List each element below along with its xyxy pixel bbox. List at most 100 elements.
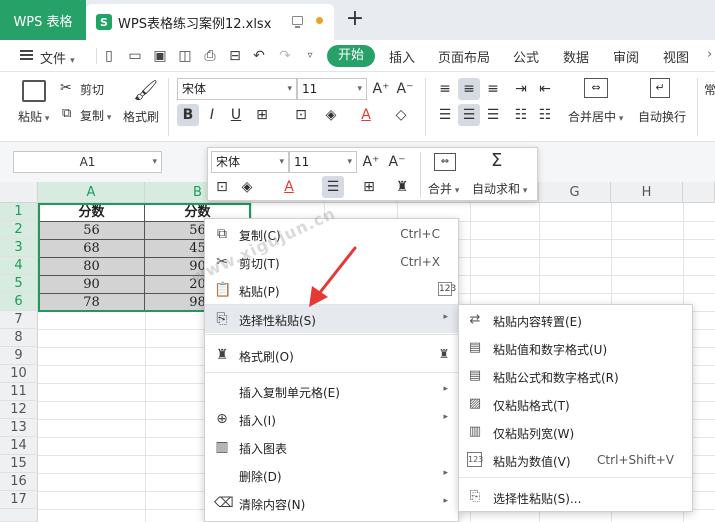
row-header[interactable]: 1 <box>0 203 38 221</box>
tab-insert[interactable]: 插入 <box>389 47 415 66</box>
mini-font-family-select[interactable]: 宋体 ▾ <box>211 151 289 173</box>
menu-item-insert-copied-cells[interactable]: 插入复制单元格(E) ▸ <box>205 377 458 405</box>
increase-font-icon[interactable]: A⁺ <box>370 78 392 100</box>
outdent-icon[interactable]: ⇤ <box>534 78 556 100</box>
undo-icon[interactable]: ↶ <box>252 48 266 64</box>
save-icon[interactable]: ▣ <box>153 48 167 64</box>
export-pdf-icon[interactable]: ◫ <box>178 48 192 64</box>
mini-fill-color-icon[interactable]: ◈ <box>236 176 258 198</box>
menu-item-paste-special[interactable]: ⎘ 选择性粘贴(S) ▸ <box>205 305 458 333</box>
file-menu[interactable]: 文件 ▾ <box>40 48 75 67</box>
print-preview-icon[interactable]: ⊟ <box>228 48 242 64</box>
decrease-font-icon[interactable]: A⁻ <box>394 78 416 100</box>
mini-decrease-font-icon[interactable]: A⁻ <box>386 151 408 173</box>
mini-merge-button[interactable]: 合并 ▾ <box>428 180 459 197</box>
align-middle-icon[interactable]: ≡ <box>458 78 480 100</box>
wrap-text-button[interactable]: 自动换行 <box>638 108 686 125</box>
submenu-item-paste-values[interactable]: 123 粘贴为数值(V) Ctrl+Shift+V <box>459 446 692 474</box>
distribute-icon[interactable]: ☷ <box>534 104 556 126</box>
align-center-icon[interactable]: ☰ <box>458 104 480 126</box>
row-header[interactable]: 2 <box>0 221 38 239</box>
tab-view[interactable]: 视图 <box>663 47 689 66</box>
fill-color-icon[interactable]: ◈ <box>320 104 342 126</box>
paste-icon[interactable] <box>22 80 46 102</box>
row-header[interactable]: 3 <box>0 239 38 257</box>
row-header[interactable]: 9 <box>0 347 38 365</box>
hamburger-icon[interactable] <box>20 50 33 60</box>
cut-button[interactable]: 剪切 <box>80 81 104 98</box>
tab-page-layout[interactable]: 页面布局 <box>438 47 490 66</box>
row-header[interactable]: 10 <box>0 365 38 383</box>
open-folder-icon[interactable]: ▭ <box>128 48 142 64</box>
document-tab[interactable]: S WPS表格练习案例12.xlsx <box>86 4 334 40</box>
number-format-select[interactable]: 常 <box>704 81 715 98</box>
row-header[interactable] <box>0 509 38 522</box>
submenu-item-formulas-number-format[interactable]: ▤ 粘贴公式和数字格式(R) <box>459 362 692 390</box>
row-header[interactable]: 17 <box>0 491 38 509</box>
submenu-item-paste-special-dialog[interactable]: ⎘ 选择性粘贴(S)... <box>459 483 692 511</box>
row-header[interactable]: 7 <box>0 311 38 329</box>
mini-font-size-select[interactable]: 11 ▾ <box>289 151 357 173</box>
more-tabs-icon[interactable]: › <box>707 47 712 62</box>
customize-chevron-icon[interactable]: ▿ <box>303 48 317 64</box>
select-all-corner[interactable] <box>0 182 38 203</box>
menu-item-format-painter[interactable]: ♜ 格式刷(O) ♜ <box>205 341 458 369</box>
align-right-icon[interactable]: ☰ <box>482 104 504 126</box>
paste-values-icon[interactable]: 123 <box>438 282 456 296</box>
row-header[interactable]: 16 <box>0 473 38 491</box>
indent-icon[interactable]: ⇥ <box>510 78 532 100</box>
borders-icon[interactable]: ⊞ <box>251 104 273 126</box>
mini-autosum-button[interactable]: 自动求和 ▾ <box>472 180 527 197</box>
mini-increase-font-icon[interactable]: A⁺ <box>360 151 382 173</box>
new-doc-icon[interactable]: ▯ <box>102 48 116 64</box>
mini-align-center-icon[interactable]: ☰ <box>322 176 344 198</box>
mini-merge-icon[interactable]: ⊡ <box>211 176 233 198</box>
row-header[interactable]: 5 <box>0 275 38 293</box>
submenu-item-formats-only[interactable]: ▨ 仅粘贴格式(T) <box>459 390 692 418</box>
submenu-item-column-widths[interactable]: ▥ 仅粘贴列宽(W) <box>459 418 692 446</box>
column-header-a[interactable]: A <box>38 182 145 203</box>
eraser-icon[interactable]: ◇ <box>390 104 412 126</box>
copy-button[interactable]: 复制 ▾ <box>80 107 111 124</box>
submenu-item-transpose[interactable]: ⇄ 粘贴内容转置(E) <box>459 306 692 334</box>
name-box[interactable]: A1 ▾ <box>13 151 162 173</box>
font-size-select[interactable]: 11 ▾ <box>297 78 367 100</box>
row-header[interactable]: 13 <box>0 419 38 437</box>
format-painter-quick-icon[interactable]: ♜ <box>436 347 452 363</box>
bold-icon[interactable]: B <box>177 104 199 126</box>
tab-formulas[interactable]: 公式 <box>513 47 539 66</box>
row-header[interactable]: 11 <box>0 383 38 401</box>
menu-item-insert-chart[interactable]: ▥ 插入图表 <box>205 433 458 461</box>
column-header-h[interactable]: H <box>611 182 683 203</box>
justify-icon[interactable]: ☷ <box>510 104 532 126</box>
row-header[interactable]: 6 <box>0 293 38 311</box>
menu-item-delete[interactable]: 删除(D) ▸ <box>205 461 458 489</box>
submenu-item-values-number-format[interactable]: ▤ 粘贴值和数字格式(U) <box>459 334 692 362</box>
format-painter-icon[interactable]: 🖌 <box>133 78 158 102</box>
italic-icon[interactable]: I <box>201 104 223 126</box>
column-header-i[interactable] <box>683 182 715 203</box>
column-header-g[interactable]: G <box>539 182 611 203</box>
align-left-icon[interactable]: ☰ <box>434 104 456 126</box>
print-icon[interactable]: ⎙ <box>203 48 217 64</box>
tab-review[interactable]: 审阅 <box>613 47 639 66</box>
redo-icon[interactable]: ↷ <box>278 48 292 64</box>
mini-borders-icon[interactable]: ⊞ <box>358 176 380 198</box>
underline-icon[interactable]: U <box>225 104 247 126</box>
monitor-icon[interactable] <box>292 16 303 28</box>
row-header[interactable]: 14 <box>0 437 38 455</box>
paste-button[interactable]: 粘贴 ▾ <box>18 108 49 125</box>
align-bottom-icon[interactable]: ≡ <box>482 78 504 100</box>
align-top-icon[interactable]: ≡ <box>434 78 456 100</box>
row-header[interactable]: 15 <box>0 455 38 473</box>
merge-center-button[interactable]: 合并居中 ▾ <box>568 108 623 125</box>
row-header[interactable]: 8 <box>0 329 38 347</box>
font-color-icon[interactable]: A <box>355 104 377 126</box>
menu-item-paste[interactable]: 📋 粘贴(P) 123 <box>205 276 458 304</box>
font-family-select[interactable]: 宋体 ▾ <box>177 78 297 100</box>
menu-item-clear-contents[interactable]: ⌫ 清除内容(N) ▸ <box>205 489 458 517</box>
mini-font-color-icon[interactable]: A <box>278 176 300 198</box>
new-tab-plus-icon[interactable]: + <box>343 8 367 32</box>
mini-format-painter-icon[interactable]: ♜ <box>391 176 413 198</box>
tab-data[interactable]: 数据 <box>563 47 589 66</box>
